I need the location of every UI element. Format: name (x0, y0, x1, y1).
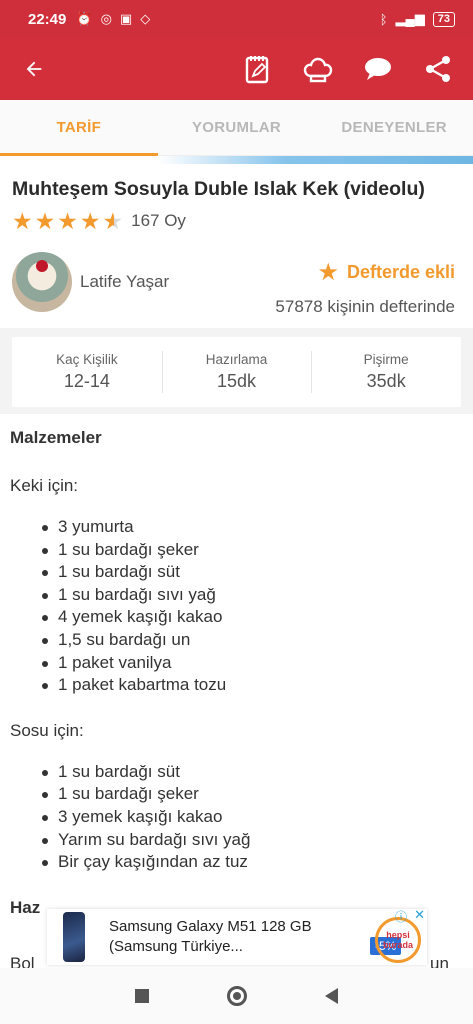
list-item: 3 yumurta (40, 516, 465, 539)
tag-icon: ◇ (140, 11, 151, 26)
recents-button[interactable] (135, 989, 149, 1003)
author-name[interactable]: Latife Yaşar (80, 272, 169, 292)
ingredient-list: 3 yumurta 1 su bardağı şeker 1 su bardağ… (40, 516, 465, 697)
tab-tarif[interactable]: TARİF (0, 100, 158, 156)
info-label: Hazırlama (205, 352, 268, 367)
back-button[interactable] (16, 51, 52, 87)
notebook-label: Defterde ekli (346, 262, 455, 282)
chef-hat-icon (303, 57, 333, 83)
status-notification-icons: ⏰ ◎ ▣ ◇ (76, 11, 150, 27)
battery-indicator: 73 (432, 11, 455, 27)
vote-count: 167 Oy (131, 211, 186, 230)
ad-close-icon[interactable]: ✕ (414, 907, 425, 923)
arrow-left-icon (26, 61, 42, 77)
speech-bubble-icon (365, 58, 391, 80)
list-item: 1 su bardağı süt (40, 561, 465, 584)
notebook-count: 57878 kişinin defterinde (275, 297, 455, 316)
system-nav-bar (0, 968, 473, 1024)
info-servings: Kaç Kişilik 12-14 (12, 337, 162, 407)
back-nav-button[interactable] (325, 988, 338, 1004)
ad-text: Samsung Galaxy M51 128 GB (Samsung Türki… (109, 918, 312, 955)
ad-banner[interactable]: Samsung Galaxy M51 128 GB (Samsung Türki… (47, 907, 427, 965)
share-button[interactable] (421, 52, 455, 86)
list-item: Bir çay kaşığından az tuz (40, 851, 465, 874)
notebook-button[interactable] (241, 52, 275, 86)
decorative-wave (158, 156, 473, 164)
info-cook-time: Pişirme 35dk (311, 337, 461, 407)
chef-button[interactable] (301, 52, 335, 86)
notebook-edit-icon (245, 56, 269, 84)
star-icon: ★ (34, 208, 56, 234)
list-item: 1,5 su bardağı un (40, 629, 465, 652)
app-bar (0, 38, 473, 100)
star-icon: ★ (79, 208, 101, 234)
group-title: Sosu için: (10, 720, 84, 740)
list-item: 3 yemek kaşığı kakao (40, 806, 465, 829)
list-item: 1 su bardağı süt (40, 761, 465, 784)
tab-yorumlar[interactable]: YORUMLAR (158, 100, 316, 155)
status-bar: 22:49 ⏰ ◎ ▣ ◇ ᛒ ▂▄▆ 73 (0, 0, 473, 38)
comments-button[interactable] (361, 52, 395, 86)
group-title: Keki için: (10, 476, 79, 495)
info-label: Pişirme (363, 352, 409, 367)
tab-deneyenler[interactable]: DENEYENLER (315, 100, 473, 155)
ingredients-heading: Malzemeler (10, 428, 102, 447)
ingredient-list: 1 su bardağı süt 1 su bardağı şeker 3 ye… (40, 761, 465, 874)
share-icon (426, 56, 450, 82)
rating-stars[interactable]: ★ ★ ★ ★ ★ 167 Oy (12, 208, 186, 234)
home-button[interactable] (227, 986, 247, 1006)
star-icon: ★ (12, 208, 33, 234)
info-value: 12-14 (63, 371, 110, 391)
list-item: 1 paket vanilya (40, 652, 465, 675)
list-item: 1 paket kabartma tozu (40, 674, 465, 697)
author-avatar[interactable] (12, 252, 72, 312)
status-system-icons: ᛒ ▂▄▆ 73 (380, 11, 455, 27)
star-icon: ★ (317, 259, 339, 286)
app-notification-icon: ▣ (119, 11, 133, 26)
tab-bar: TARİF YORUMLAR DENEYENLER (0, 100, 473, 156)
half-star-icon: ★ (102, 208, 124, 234)
star-icon: ★ (57, 208, 78, 234)
recipe-info-section: Kaç Kişilik 12-14 Hazırlama 15dk Pişirme… (0, 328, 473, 414)
instagram-icon: ◎ (100, 11, 112, 26)
list-item: Yarım su bardağı sıvı yağ (40, 829, 465, 852)
info-label: Kaç Kişilik (56, 352, 118, 367)
signal-icon: ▂▄▆ (395, 11, 425, 26)
notebook-status[interactable]: ★ Defterde ekli (317, 258, 455, 287)
recipe-info-card: Kaç Kişilik 12-14 Hazırlama 15dk Pişirme… (12, 337, 461, 407)
product-image (63, 912, 85, 962)
list-item: 1 su bardağı sıvı yağ (40, 584, 465, 607)
recipe-title: Muhteşem Sosuyla Duble Islak Kek (videol… (12, 178, 425, 200)
info-value: 35dk (366, 371, 406, 391)
status-time: 22:49 (28, 10, 67, 28)
list-item: 1 su bardağı şeker (40, 539, 465, 562)
list-item: 4 yemek kaşığı kakao (40, 606, 465, 629)
alarm-off-icon: ⏰ (76, 11, 93, 26)
info-prep-time: Hazırlama 15dk (161, 337, 312, 407)
list-item: 1 su bardağı şeker (40, 783, 465, 806)
ad-info-icon[interactable]: ⓘ (395, 908, 407, 925)
bluetooth-icon: ᛒ (379, 11, 388, 27)
ingredients-section: Malzemeler Keki için: 3 yumurta 1 su bar… (10, 428, 465, 918)
info-value: 15dk (216, 371, 257, 391)
